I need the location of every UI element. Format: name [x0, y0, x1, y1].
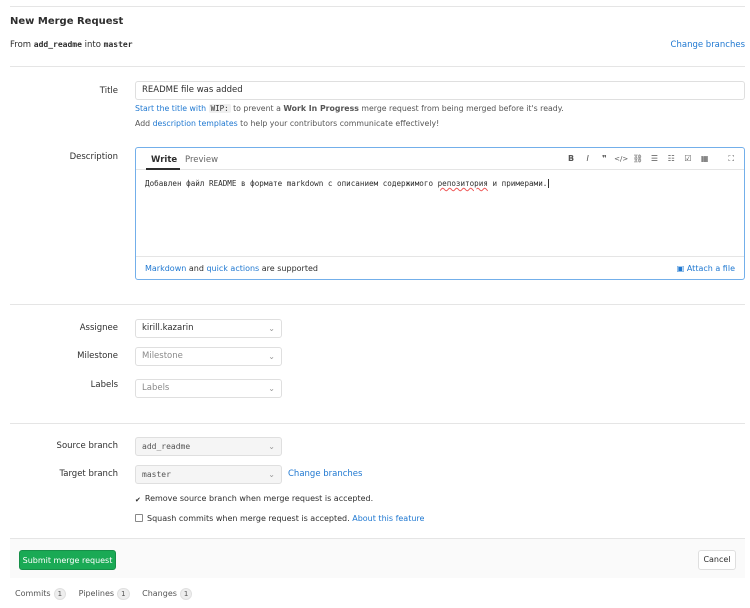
- change-branches-link[interactable]: Change branches: [671, 40, 745, 50]
- bold-icon[interactable]: B: [564, 154, 578, 163]
- task-list-icon[interactable]: ☑: [681, 154, 695, 163]
- top-divider: [10, 6, 745, 7]
- editor-footer: Markdown and quick actions are supported…: [136, 256, 744, 279]
- description-label: Description: [69, 152, 118, 162]
- footer-and: and: [188, 264, 204, 273]
- chevron-down-icon: ⌄: [268, 352, 275, 361]
- fullscreen-icon[interactable]: ⛶: [724, 154, 738, 164]
- image-icon: ▣: [676, 264, 685, 273]
- tab-changes[interactable]: Changes 1: [142, 588, 193, 600]
- milestone-placeholder: Milestone: [142, 351, 183, 361]
- templates-hint-end: to help your contributors communicate ef…: [240, 119, 440, 128]
- milestone-dropdown[interactable]: Milestone ⌄: [135, 347, 282, 366]
- submit-merge-request-button[interactable]: Submit merge request: [19, 550, 116, 570]
- chevron-down-icon: ⌄: [268, 324, 275, 333]
- source-branch-name: add_readme: [33, 40, 82, 49]
- branch-info: From add_readme into master: [10, 40, 133, 50]
- form-actions: Submit merge request Cancel: [10, 538, 745, 578]
- bottom-tabs: Commits 1 Pipelines 1 Changes 1: [15, 588, 193, 600]
- description-text-before: Добавлен файл README в формате markdown …: [145, 179, 438, 188]
- description-text-misspelled: репозитория: [437, 179, 488, 188]
- numbered-list-icon[interactable]: ☷: [664, 154, 678, 163]
- text-cursor: [548, 179, 550, 188]
- attach-file-label: Attach a file: [686, 264, 735, 273]
- description-editor: Write Preview B I ❞ </> ⛓ ☰ ☷ ☑ ▦ ⛶ Доба…: [135, 147, 745, 280]
- link-icon[interactable]: ⛓: [631, 154, 645, 163]
- into-text: into: [84, 40, 101, 50]
- remove-source-label: Remove source branch when merge request …: [144, 494, 374, 503]
- title-label: Title: [99, 86, 118, 96]
- markdown-note: Markdown and quick actions are supported: [145, 264, 318, 273]
- labels-dropdown[interactable]: Labels ⌄: [135, 379, 282, 398]
- pipelines-count-badge: 1: [117, 588, 130, 600]
- cancel-button[interactable]: Cancel: [698, 550, 736, 570]
- assignee-dropdown[interactable]: kirill.kazarin ⌄: [135, 319, 282, 338]
- tab-changes-label: Changes: [142, 589, 177, 598]
- target-branch-dropdown[interactable]: master ⌄: [135, 465, 282, 484]
- description-textarea[interactable]: Добавлен файл README в формате markdown …: [145, 179, 735, 188]
- table-icon[interactable]: ▦: [698, 154, 712, 163]
- description-templates-link[interactable]: description templates: [153, 119, 238, 128]
- target-branch-value: master: [142, 470, 171, 479]
- chevron-down-icon: ⌄: [268, 442, 275, 451]
- italic-icon[interactable]: I: [581, 154, 595, 163]
- tab-commits[interactable]: Commits 1: [15, 588, 67, 600]
- target-branch-name: master: [103, 40, 133, 49]
- labels-placeholder: Labels: [142, 383, 170, 393]
- from-prefix: From: [10, 40, 32, 50]
- templates-hint: Add description templates to help your c…: [135, 119, 439, 128]
- tab-write-underline: [146, 168, 180, 170]
- templates-hint-start: Add: [135, 119, 151, 128]
- about-feature-link[interactable]: About this feature: [352, 514, 424, 523]
- chevron-down-icon: ⌄: [268, 384, 275, 393]
- wip-hint: Start the title with WIP: to prevent a W…: [135, 104, 564, 113]
- tab-write[interactable]: Write: [151, 155, 177, 165]
- description-divider: [10, 304, 745, 305]
- title-input[interactable]: README file was added: [135, 81, 745, 100]
- wip-hint-link[interactable]: Start the title with: [135, 104, 206, 113]
- wip-hint-end: merge request from being merged before i…: [361, 104, 564, 113]
- tab-commits-label: Commits: [15, 589, 51, 598]
- target-branch-label: Target branch: [59, 469, 118, 479]
- commits-count-badge: 1: [53, 588, 67, 600]
- header-divider: [10, 66, 745, 67]
- wip-hint-middle: to prevent a: [233, 104, 281, 113]
- squash-option[interactable]: Squash commits when merge request is acc…: [135, 514, 424, 523]
- page-title: New Merge Request: [10, 16, 124, 27]
- metadata-divider: [10, 423, 745, 424]
- footer-supported: are supported: [261, 264, 318, 273]
- assignee-label: Assignee: [79, 323, 118, 333]
- assignee-value: kirill.kazarin: [142, 323, 194, 333]
- quote-icon[interactable]: ❞: [597, 154, 611, 163]
- changes-count-badge: 1: [179, 588, 193, 600]
- wip-hint-bold: Work In Progress: [283, 104, 359, 113]
- bullet-list-icon[interactable]: ☰: [648, 154, 662, 163]
- squash-label: Squash commits when merge request is acc…: [147, 514, 350, 523]
- attach-file-button[interactable]: ▣ Attach a file: [677, 264, 735, 273]
- remove-source-checkbox[interactable]: ✔: [135, 497, 141, 504]
- editor-toolbar: B I ❞ </> ⛓ ☰ ☷ ☑ ▦ ⛶: [564, 154, 738, 164]
- source-branch-label: Source branch: [56, 441, 118, 451]
- wip-code: WIP:: [208, 104, 231, 113]
- markdown-link[interactable]: Markdown: [145, 264, 186, 273]
- quick-actions-link[interactable]: quick actions: [206, 264, 259, 273]
- change-branches-link-target[interactable]: Change branches: [288, 469, 362, 479]
- remove-source-option[interactable]: ✔ Remove source branch when merge request…: [135, 494, 373, 504]
- description-text-after: и примерами.: [487, 179, 548, 188]
- milestone-label: Milestone: [77, 351, 118, 361]
- tab-preview[interactable]: Preview: [185, 155, 218, 165]
- editor-tabs: Write Preview B I ❞ </> ⛓ ☰ ☷ ☑ ▦ ⛶: [136, 148, 744, 170]
- squash-checkbox[interactable]: [135, 514, 143, 522]
- source-branch-dropdown[interactable]: add_readme ⌄: [135, 437, 282, 456]
- chevron-down-icon: ⌄: [268, 470, 275, 479]
- tab-pipelines[interactable]: Pipelines 1: [78, 588, 130, 600]
- source-branch-value: add_readme: [142, 442, 191, 451]
- tab-pipelines-label: Pipelines: [78, 589, 115, 598]
- labels-label: Labels: [90, 380, 118, 390]
- code-icon[interactable]: </>: [614, 155, 628, 163]
